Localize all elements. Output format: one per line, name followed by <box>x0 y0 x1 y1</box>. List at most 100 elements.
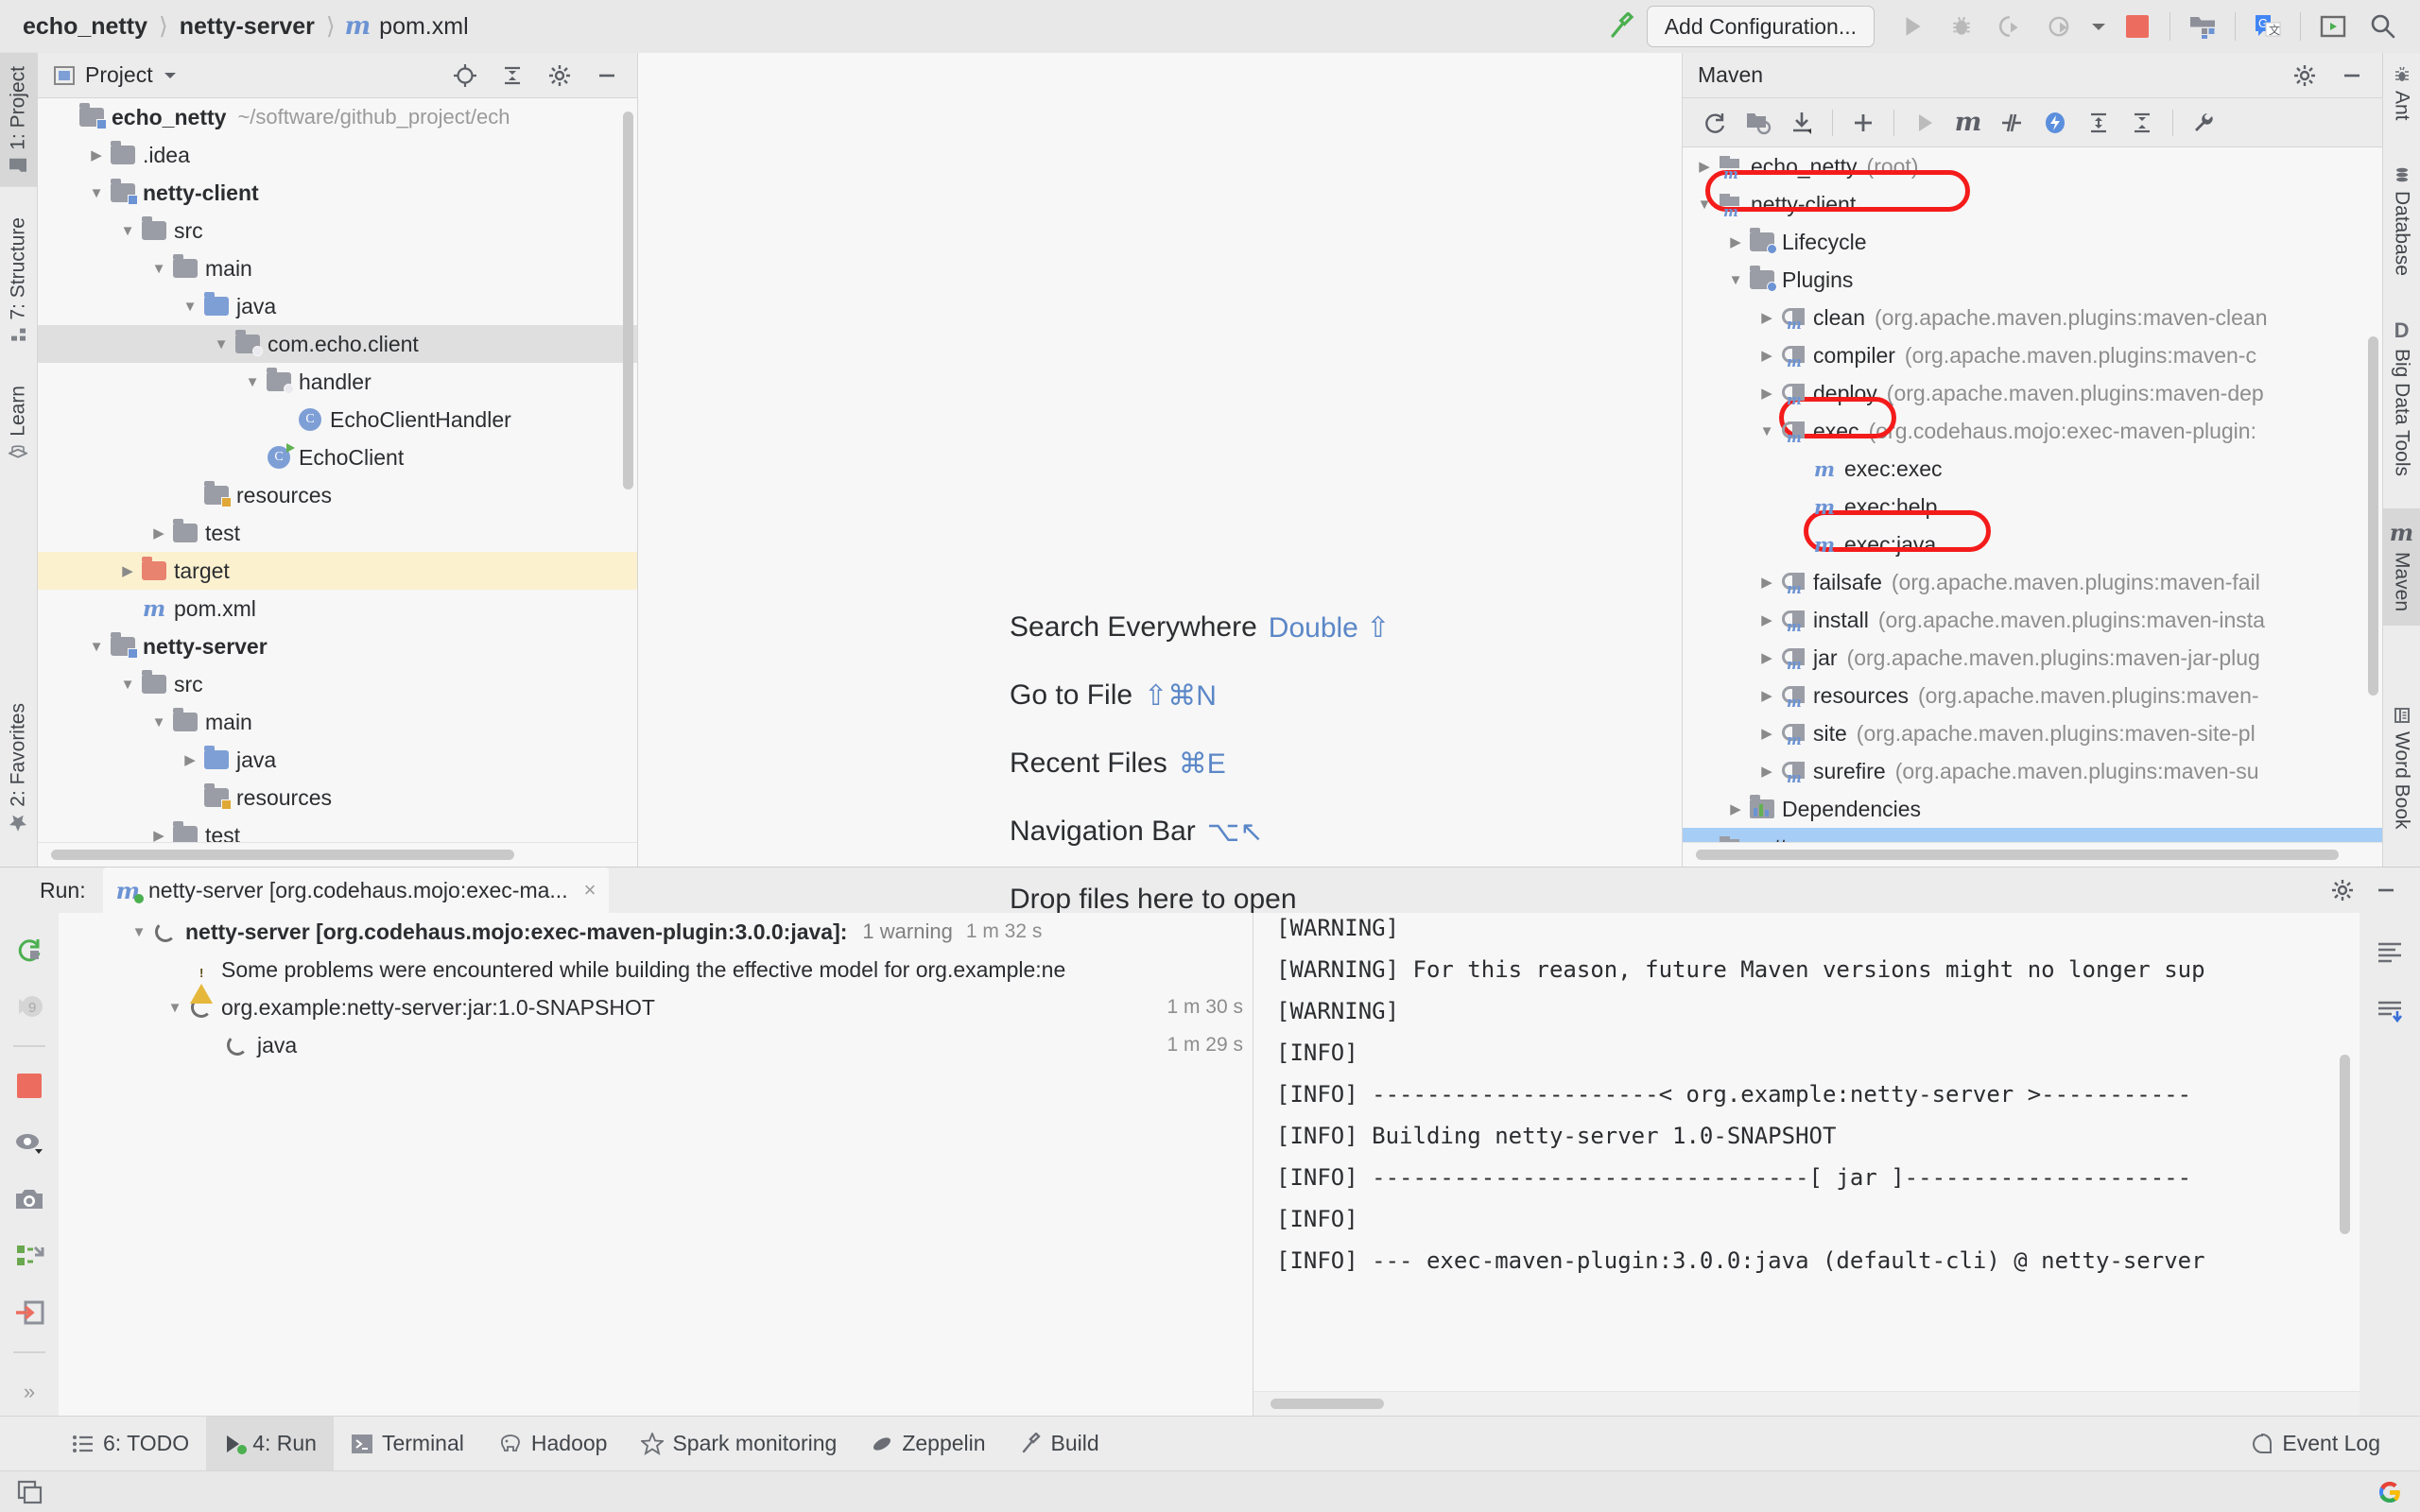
status-item-event-log[interactable]: Event Log <box>2234 1417 2397 1471</box>
chevron-down-icon[interactable] <box>2084 5 2113 48</box>
collapse-all-icon[interactable] <box>493 57 531 94</box>
tree-row[interactable]: ▼ main <box>38 249 637 287</box>
layout-icon[interactable] <box>17 1480 43 1504</box>
sidebar-item-favorites[interactable]: 2: Favorites <box>0 690 37 846</box>
maven-tree-row[interactable]: m exec:exec <box>1683 450 2382 488</box>
maven-tree-row[interactable]: ▼ m netty-client <box>1683 185 2382 223</box>
project-structure-icon[interactable] <box>2178 5 2227 48</box>
maven-tree-row[interactable]: ▼ Plugins <box>1683 261 2382 299</box>
tree-row[interactable]: ▼ java <box>38 287 637 325</box>
google-g-icon[interactable] <box>2377 1479 2403 1505</box>
maven-tree-row[interactable]: ▶ m install (org.apache.maven.plugins:maven… <box>1683 601 2382 639</box>
run-tree-row[interactable]: ▼ netty-server [org.codehaus.mojo:exec-ma… <box>59 913 1253 951</box>
tree-row[interactable]: ▶ test <box>38 816 637 842</box>
chevron-right-icon[interactable]: ▶ <box>1754 385 1779 402</box>
chevron-down-icon[interactable]: ▼ <box>84 185 109 201</box>
gear-icon[interactable] <box>2324 871 2361 909</box>
hide-icon[interactable] <box>2333 57 2371 94</box>
chevron-down-icon[interactable]: ▼ <box>1754 423 1779 439</box>
maven-tree-row[interactable]: ▶ m jar (org.apache.maven.plugins:maven-jar… <box>1683 639 2382 677</box>
chevron-down-icon[interactable] <box>163 70 178 81</box>
status-item-terminal[interactable]: Terminal <box>334 1417 481 1471</box>
chevron-right-icon[interactable]: ▶ <box>147 827 171 842</box>
chevron-right-icon[interactable]: ▶ <box>1754 725 1779 742</box>
stop-icon[interactable] <box>2113 5 2162 48</box>
debug-icon[interactable] <box>1937 5 1986 48</box>
tree-row[interactable]: ▼ handler <box>38 363 637 401</box>
status-item-spark-monitoring[interactable]: Spark monitoring <box>624 1417 854 1471</box>
hide-icon[interactable] <box>588 57 626 94</box>
google-translate-icon[interactable]: G 文 <box>2243 5 2292 48</box>
wrap-text-icon[interactable] <box>2366 928 2413 975</box>
tree-row[interactable]: ▼ main <box>38 703 637 741</box>
maven-tree-row[interactable]: ▼ m exec (org.codehaus.mojo:exec-maven-plug… <box>1683 412 2382 450</box>
project-hscrollbar[interactable] <box>38 842 637 867</box>
chevron-down-icon[interactable]: ▼ <box>84 639 109 655</box>
tree-row[interactable]: echo_netty ~/software/github_project/ech <box>38 98 637 136</box>
tree-row[interactable]: resources <box>38 476 637 514</box>
tree-row[interactable]: ▶ .idea <box>38 136 637 174</box>
toggle-offline-icon[interactable] <box>2034 102 2076 144</box>
run-console-icon[interactable] <box>2308 5 2358 48</box>
tree-row[interactable]: ▼ src <box>38 665 637 703</box>
more-actions-icon[interactable]: » <box>6 1368 53 1416</box>
maven-settings-icon[interactable] <box>2183 102 2224 144</box>
chevron-right-icon[interactable]: ▶ <box>1723 233 1748 250</box>
locate-icon[interactable] <box>446 57 484 94</box>
add-configuration-button[interactable]: Add Configuration... <box>1646 6 1875 47</box>
stop-icon[interactable] <box>6 1062 53 1109</box>
gear-icon[interactable] <box>541 57 579 94</box>
reload-all-icon[interactable] <box>1694 102 1736 144</box>
maven-tree-row[interactable]: ▶ Dependencies <box>1683 790 2382 828</box>
breadcrumb-item-module[interactable]: netty-server <box>178 13 317 41</box>
chevron-right-icon[interactable]: ▶ <box>1754 347 1779 364</box>
toggle-skip-tests-icon[interactable] <box>1991 102 2032 144</box>
chevron-down-icon[interactable]: ▼ <box>178 299 202 315</box>
chevron-down-icon[interactable]: ▼ <box>163 1000 187 1016</box>
run-tree-row[interactable]: ▼ org.example:netty-server:jar:1.0-SNAPSH… <box>59 988 1253 1026</box>
maven-tree-row[interactable]: ▶ m compiler (org.apache.maven.plugins:mave… <box>1683 336 2382 374</box>
eye-filter-icon[interactable] <box>6 1119 53 1166</box>
run-maven-goal-icon[interactable]: m <box>1947 102 1989 144</box>
chevron-right-icon[interactable]: ▶ <box>1723 800 1748 817</box>
maven-tree-row[interactable]: ▶ m resources (org.apache.maven.plugins:mav… <box>1683 677 2382 714</box>
maven-tree-row[interactable]: ▶ m clean (org.apache.maven.plugins:maven-c… <box>1683 299 2382 336</box>
chevron-right-icon[interactable]: ▶ <box>115 562 140 579</box>
maven-tree-row[interactable]: m exec:java <box>1683 525 2382 563</box>
sidebar-item-ant[interactable]: Ant <box>2383 53 2420 134</box>
rerun-icon[interactable] <box>6 926 53 973</box>
chevron-right-icon[interactable]: ▶ <box>1754 574 1779 591</box>
scroll-to-end-icon[interactable] <box>2366 988 2413 1036</box>
maven-hscrollbar[interactable] <box>1683 842 2382 867</box>
skip-to-end-icon[interactable]: 9 <box>6 983 53 1030</box>
search-icon[interactable] <box>2358 5 2407 48</box>
tree-row[interactable]: m pom.xml <box>38 590 637 627</box>
tree-row[interactable]: ▶ target <box>38 552 637 590</box>
sidebar-item-maven[interactable]: m Maven <box>2383 508 2420 626</box>
chevron-right-icon[interactable]: ▶ <box>1692 158 1717 175</box>
chevron-down-icon[interactable]: ▼ <box>127 924 151 940</box>
chevron-down-icon[interactable]: ▼ <box>1692 197 1717 213</box>
chevron-right-icon[interactable]: ▶ <box>84 146 109 163</box>
maven-tree-row[interactable]: ▶ m deploy (org.apache.maven.plugins:maven-… <box>1683 374 2382 412</box>
chevron-down-icon[interactable]: ▼ <box>115 223 140 239</box>
tree-row[interactable]: C EchoClientHandler <box>38 401 637 438</box>
maven-tree-row[interactable]: ▶ m failsafe (org.apache.maven.plugins:mave… <box>1683 563 2382 601</box>
maven-project-tree[interactable]: ▶ m echo_netty (root) ▼ m netty-client ▶ Lifecyc… <box>1683 147 2382 842</box>
chevron-down-icon[interactable]: ▼ <box>115 677 140 693</box>
sidebar-item-project[interactable]: 1: Project <box>0 53 37 187</box>
sidebar-item-learn[interactable]: Learn <box>0 372 37 472</box>
chevron-right-icon[interactable]: ▶ <box>147 524 171 541</box>
chevron-right-icon[interactable]: ▶ <box>178 751 202 768</box>
maven-tree-row[interactable]: ▶ m surefire (org.apache.maven.plugins:mave… <box>1683 752 2382 790</box>
sidebar-item-big-data-tools[interactable]: D Big Data Tools <box>2383 307 2420 490</box>
maven-tree-row[interactable]: ▶ m echo_netty (root) <box>1683 147 2382 185</box>
tree-row[interactable]: resources <box>38 779 637 816</box>
expand-all-icon[interactable] <box>2078 102 2119 144</box>
expand-tests-icon[interactable] <box>6 1232 53 1280</box>
run-console-output[interactable]: [WARNING] [WARNING] For this reason, futu… <box>1253 913 2360 1416</box>
chevron-down-icon[interactable]: ▼ <box>147 261 171 277</box>
generate-sources-icon[interactable] <box>1737 102 1779 144</box>
breadcrumb-item-file[interactable]: pom.xml <box>377 13 470 41</box>
run-build-tree[interactable]: ▼ netty-server [org.codehaus.mojo:exec-ma… <box>59 913 1253 1416</box>
